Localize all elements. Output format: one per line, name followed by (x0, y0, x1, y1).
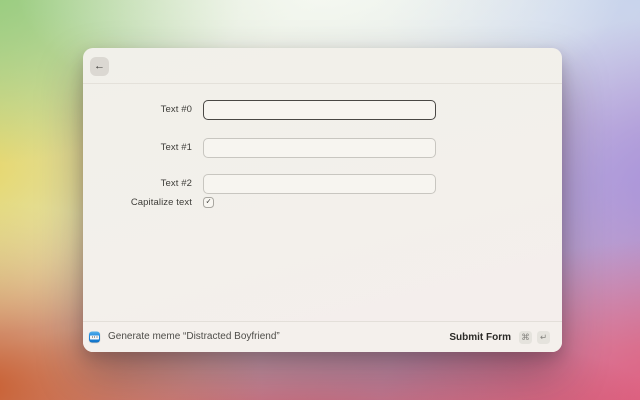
text1-label: Text #1 (160, 142, 192, 153)
text2-label: Text #2 (160, 178, 192, 189)
form-row-text0: Text #0 (83, 100, 562, 120)
form-row-capitalize: Capitalize text ✓ (83, 197, 562, 208)
capitalize-checkbox[interactable]: ✓ (203, 197, 214, 208)
text0-label: Text #0 (160, 104, 192, 115)
back-arrow-icon: ← (94, 60, 105, 72)
submit-form-button[interactable]: Submit Form ⌘ ↵ (449, 322, 550, 352)
capitalize-label: Capitalize text (130, 197, 192, 208)
action-bar: Generate meme “Distracted Boyfriend” Sub… (83, 321, 562, 352)
action-description: Generate meme “Distracted Boyfriend” (108, 331, 280, 342)
form-window: ← Text #0 Text #1 Text #2 Capitalize tex… (83, 48, 562, 352)
text0-input[interactable] (203, 100, 436, 120)
return-key-icon: ↵ (537, 330, 550, 344)
checkmark-icon: ✓ (205, 198, 212, 206)
form-row-text1: Text #1 (83, 138, 562, 158)
command-key-icon: ⌘ (519, 330, 532, 344)
text2-input[interactable] (203, 174, 436, 194)
form-row-text2: Text #2 (83, 174, 562, 194)
submit-form-label: Submit Form (449, 331, 511, 343)
text1-input[interactable] (203, 138, 436, 158)
form-content: Text #0 Text #1 Text #2 Capitalize text … (83, 84, 562, 321)
window-header: ← (83, 48, 562, 84)
back-button[interactable]: ← (90, 57, 109, 76)
meme-extension-icon (89, 331, 100, 343)
